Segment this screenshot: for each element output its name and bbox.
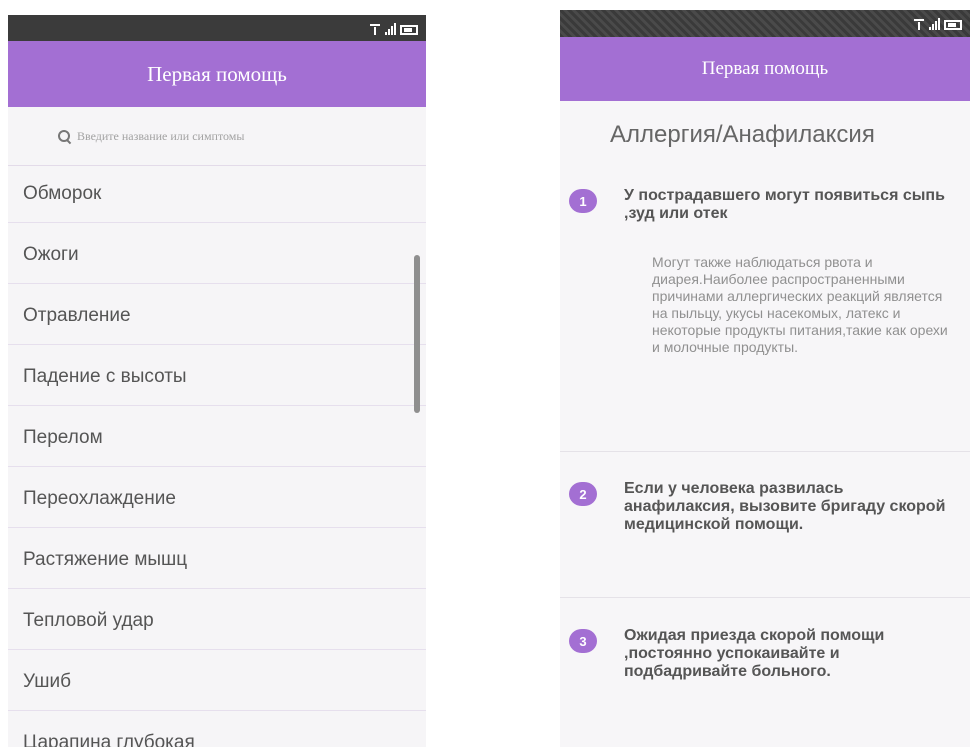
step-detail: Могут также наблюдаться рвота и диарея.Н… <box>652 254 948 355</box>
step-title: Ожидая приезда скорой помощи ,постоянно … <box>624 627 885 680</box>
step-2: 2 Если у человека развилась анафилаксия,… <box>560 452 970 598</box>
step-title: У пострадавшего могут появиться сыпь ,зу… <box>624 187 945 222</box>
step-1: 1 У пострадавшего могут появиться сыпь ,… <box>560 169 970 452</box>
status-bar <box>560 10 970 37</box>
app-bar: Первая помощь <box>8 41 426 107</box>
list-item[interactable]: Перелом <box>8 410 426 467</box>
first-aid-list-screen: Первая помощь Введите название или симпт… <box>8 15 426 747</box>
list-item[interactable]: Растяжение мышц <box>8 532 426 589</box>
status-bar <box>8 15 426 41</box>
list-item[interactable]: Отравление <box>8 288 426 345</box>
search-input[interactable]: Введите название или симптомы <box>8 107 426 166</box>
list-item[interactable]: Ожоги <box>8 227 426 284</box>
step-3: 3 Ожидая приезда скорой помощи ,постоянн… <box>560 598 970 747</box>
wifi-icon <box>369 23 381 35</box>
list-item[interactable]: Падение с высоты <box>8 349 426 406</box>
conditions-list: Обморок Ожоги Отравление Падение с высот… <box>8 166 426 747</box>
status-icons <box>913 14 962 30</box>
app-title: Первая помощь <box>147 61 287 86</box>
article-title: Аллергия/Анафилаксия <box>610 121 875 148</box>
battery-icon <box>400 25 418 35</box>
step-number-badge: 3 <box>569 629 597 653</box>
list-item[interactable]: Переохлаждение <box>8 471 426 528</box>
signal-icon <box>929 18 940 30</box>
signal-icon <box>385 23 396 35</box>
step-number-badge: 1 <box>569 189 597 213</box>
list-item[interactable]: Царапина глубокая <box>8 715 426 747</box>
search-placeholder: Введите название или симптомы <box>77 128 245 143</box>
status-icons <box>369 19 418 35</box>
wifi-icon <box>913 18 925 30</box>
app-bar: Первая помощь <box>560 37 970 101</box>
scrollbar[interactable] <box>414 255 420 413</box>
battery-icon <box>944 20 962 30</box>
first-aid-article-screen: Первая помощь Аллергия/Анафилаксия 1 У п… <box>560 10 970 747</box>
step-title: Если у человека развилась анафилаксия, в… <box>624 480 946 533</box>
list-item[interactable]: Ушиб <box>8 654 426 711</box>
step-number-badge: 2 <box>569 482 597 506</box>
list-item[interactable]: Обморок <box>8 166 426 223</box>
list-item[interactable]: Тепловой удар <box>8 593 426 650</box>
app-title: Первая помощь <box>701 58 829 79</box>
search-icon <box>58 129 71 143</box>
